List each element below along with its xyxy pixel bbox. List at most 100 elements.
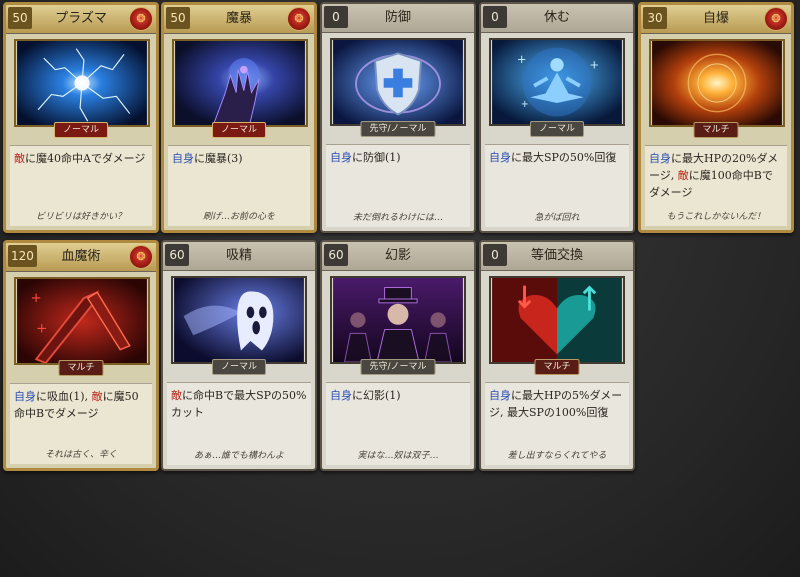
card-name: 魔暴 (225, 11, 252, 26)
card-name: 休む (543, 10, 570, 25)
card-header: 120 血魔術 ❂ (6, 243, 156, 272)
target-keyword: 敵 (677, 169, 689, 182)
shield-art-icon (330, 38, 466, 126)
target-keyword: 自身 (14, 390, 36, 403)
flavor-text: 未だ倒れるわけには… (352, 213, 443, 223)
phantom-art-icon (330, 276, 466, 364)
flavor-text: もうこれしかないんだ！ (666, 212, 766, 222)
flavor-text: 急がば回れ (534, 213, 580, 223)
card-name: プラズマ (55, 11, 107, 26)
card-header: 0 防御 (322, 4, 474, 33)
flavor-text: 刷げ…お前の心を (202, 212, 275, 222)
effect-text: に最大SPの50%回復 (511, 151, 617, 164)
cost-badge: 60 (165, 244, 189, 266)
flavor-text: 差し出すならくれてやる (507, 451, 607, 461)
target-keyword: 敵 (91, 390, 103, 403)
type-label: ノーマル (211, 122, 267, 138)
svg-text:+: + (517, 52, 527, 66)
target-keyword: 自身 (172, 152, 194, 165)
type-label: マルチ (58, 360, 104, 376)
svg-text:+: + (521, 99, 529, 110)
card-name: 等価交換 (530, 248, 583, 263)
type-label: マルチ (693, 122, 739, 138)
card-yasumu[interactable]: 0 休む + + + ノーマル 自身に最大SPの50%回復 急がば回れ (479, 2, 635, 233)
target-keyword: 自身 (330, 151, 352, 164)
effect-text: に防御(1) (352, 151, 401, 164)
card-genei[interactable]: 60 幻影 先守/ノーマル 自身に幻影(1) 実はな…奴は双子… (320, 240, 476, 471)
target-keyword: 自身 (330, 389, 352, 402)
card-header: 50 プラズマ ❂ (6, 5, 156, 34)
lion-emblem-icon: ❂ (287, 7, 311, 31)
effect-text: に魔暴(3) (194, 152, 243, 165)
cost-badge: 50 (166, 7, 190, 29)
card-header: 50 魔暴 ❂ (164, 5, 314, 34)
card-body: 自身に最大HPの20%ダメージ, 敵に魔100命中Bでダメージ もうこれしかない… (645, 145, 787, 226)
card-plasma[interactable]: 50 プラズマ ❂ ノーマル 敵に魔40命中Aでダメージ ビリビリは好きかい？ (3, 2, 159, 233)
effect-text: に幻影(1) (352, 389, 401, 402)
card-name: 幻影 (384, 248, 411, 263)
card-description: 自身に吸血(1), 敵に魔50命中Bでダメージ (14, 388, 148, 422)
card-body: 自身に防御(1) 未だ倒れるわけには… (326, 144, 470, 227)
svg-text:+: + (30, 291, 41, 306)
type-label: 先守/ノーマル (360, 359, 436, 375)
cost-badge: 60 (324, 244, 348, 266)
cost-badge: 50 (8, 7, 32, 29)
card-body: 敵に魔40命中Aでダメージ ビリビリは好きかい？ (10, 145, 152, 226)
cost-badge: 0 (324, 6, 348, 28)
lion-emblem-icon: ❂ (129, 245, 153, 269)
card-body: 自身に吸血(1), 敵に魔50命中Bでダメージ それは古く、辛く (10, 383, 152, 464)
card-header: 30 自爆 ❂ (641, 5, 791, 34)
target-keyword: 敵 (14, 152, 25, 165)
card-kyusei[interactable]: 60 吸精 ノーマル 敵に命中Bで最大SPの50%カット あぁ…誰でも構わんよ (161, 240, 317, 471)
card-body: 自身に魔暴(3) 刷げ…お前の心を (168, 145, 310, 226)
card-description: 自身に最大SPの50%回復 (489, 149, 625, 166)
cost-badge: 30 (643, 7, 667, 29)
card-jibaku[interactable]: 30 自爆 ❂ マルチ 自身に最大HPの20%ダメージ, 敵に魔100命中Bでダ… (638, 2, 794, 233)
target-keyword: 自身 (489, 389, 511, 402)
card-description: 自身に最大HPの20%ダメージ, 敵に魔100命中Bでダメージ (649, 150, 783, 201)
lion-emblem-icon: ❂ (129, 7, 153, 31)
target-keyword: 自身 (489, 151, 511, 164)
ghost-art-icon (171, 276, 307, 364)
type-label: 先守/ノーマル (360, 121, 436, 137)
lion-emblem-icon: ❂ (764, 7, 788, 31)
card-description: 自身に防御(1) (330, 149, 466, 166)
svg-text:+: + (36, 321, 47, 336)
exchange-heart-art-icon (489, 276, 625, 364)
card-body: 自身に最大SPの50%回復 急がば回れ (485, 144, 629, 227)
card-toukakoukan[interactable]: 0 等価交換 マルチ 自身に最大HPの5%ダメージ, 最大SPの100%回復 差… (479, 240, 635, 471)
card-body: 自身に幻影(1) 実はな…奴は双子… (326, 382, 470, 465)
card-bougyo[interactable]: 0 防御 先守/ノーマル 自身に防御(1) 未だ倒れるわけには… (320, 2, 476, 233)
card-chimajutsu[interactable]: 120 血魔術 ❂ + + マルチ 自身に吸血(1), 敵に魔50命中Bでダメー… (3, 240, 159, 471)
card-maboku[interactable]: 50 魔暴 ❂ ノーマル 自身に魔暴(3) 刷げ…お前の心を (161, 2, 317, 233)
type-label: ノーマル (211, 359, 267, 375)
dark-hand-art-icon (172, 39, 308, 127)
card-board: 50 プラズマ ❂ ノーマル 敵に魔40命中Aでダメージ ビリビリは好きかい？ (0, 0, 800, 577)
card-body: 自身に最大HPの5%ダメージ, 最大SPの100%回復 差し出すならくれてやる (485, 382, 629, 465)
cost-badge: 0 (483, 244, 507, 266)
card-name: 自爆 (702, 11, 729, 26)
card-header: 60 幻影 (322, 242, 474, 271)
explosion-art-icon (649, 39, 785, 127)
effect-text: に吸血(1), (36, 390, 92, 403)
cost-badge: 0 (483, 6, 507, 28)
flavor-text: それは古く、辛く (44, 450, 117, 460)
effect-text: に魔40命中Aでダメージ (25, 152, 146, 165)
blood-blade-art-icon: + + (14, 277, 150, 365)
card-description: 自身に最大HPの5%ダメージ, 最大SPの100%回復 (489, 387, 625, 421)
flavor-text: あぁ…誰でも構わんよ (193, 451, 284, 461)
flavor-text: ビリビリは好きかい？ (35, 212, 126, 222)
plasma-art-icon (14, 39, 150, 127)
effect-text: に命中Bで最大SPの50%カット (171, 389, 307, 419)
type-label: ノーマル (53, 122, 109, 138)
type-label: ノーマル (529, 121, 585, 137)
cost-badge: 120 (8, 245, 37, 267)
card-header: 60 吸精 (163, 242, 315, 271)
card-body: 敵に命中Bで最大SPの50%カット あぁ…誰でも構わんよ (167, 382, 311, 465)
card-description: 自身に魔暴(3) (172, 150, 306, 167)
target-keyword: 敵 (171, 389, 182, 402)
card-name: 防御 (384, 10, 411, 25)
card-description: 敵に命中Bで最大SPの50%カット (171, 387, 307, 421)
card-header: 0 休む (481, 4, 633, 33)
svg-text:+: + (589, 58, 599, 72)
